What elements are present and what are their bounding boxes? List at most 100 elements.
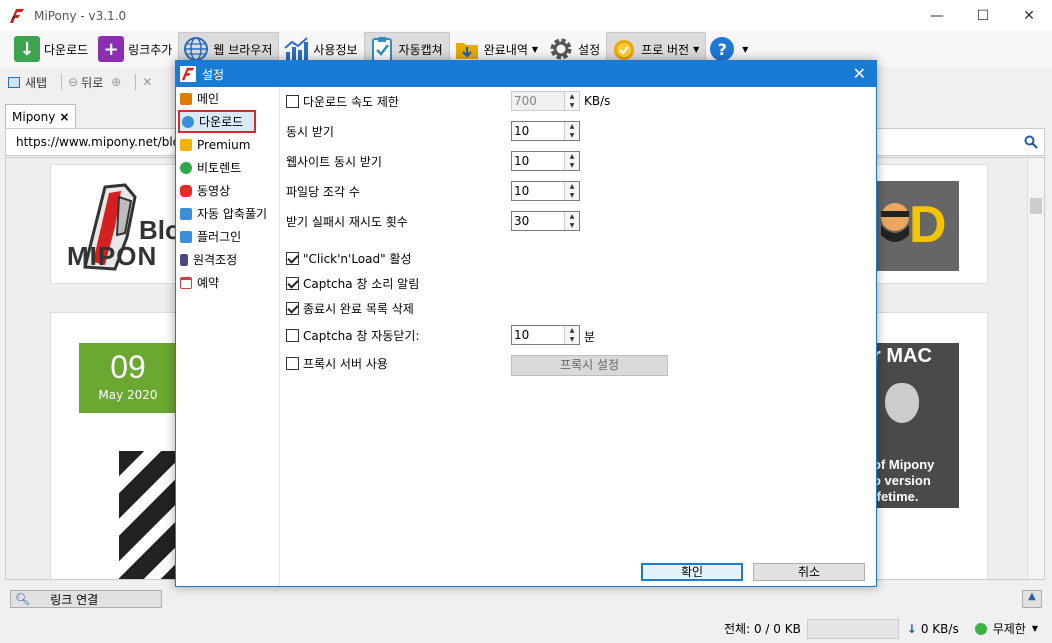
settings-nav-label: 원격조정: [193, 253, 238, 267]
settings-nav-schedule[interactable]: 예약: [176, 271, 279, 294]
chevron-down-icon: ▼: [742, 44, 749, 54]
help-icon: ?: [710, 37, 735, 61]
magnifier-icon: 🔍︎: [15, 592, 31, 606]
mipony-logo-icon: [8, 6, 26, 25]
post-date-month: May 2020: [98, 388, 158, 402]
captcha-sound-label: Captcha 창 소리 알림: [303, 277, 420, 291]
new-tab-label: 새탭: [25, 75, 48, 90]
settings-download-panel: 다운로드 속도 제한 700 ▲ ▼ KB/s 동시 받기 10 ▲ ▼ 웹사이트 …: [281, 87, 876, 586]
upload-icon: ▲: [1028, 591, 1036, 602]
zip-icon: [180, 207, 192, 220]
captcha-sound-row[interactable]: Captcha 창 소리 알림: [286, 275, 419, 292]
back-button[interactable]: ⊖ 뒤로: [68, 74, 103, 91]
upload-button[interactable]: ▲: [1022, 590, 1042, 608]
web-view-scrollbar[interactable]: [1027, 158, 1044, 579]
site-concurrent-label: 웹사이트 동시 받기: [286, 155, 382, 169]
close-window-button[interactable]: ✕: [1006, 0, 1052, 31]
settings-nav-label: 비토렌트: [197, 161, 242, 175]
download-speed-arrow-icon: ↓: [906, 621, 917, 636]
tab-close-icon[interactable]: ×: [59, 110, 69, 124]
concurrent-value: 10: [514, 124, 530, 138]
status-dot-icon: [974, 622, 987, 635]
settings-nav-video[interactable]: 동영상: [176, 179, 279, 202]
browser-tab-label: Mipony: [12, 109, 56, 124]
concurrent-stepper[interactable]: 10 ▲ ▼: [511, 121, 580, 141]
toolbar-pro-version-label: 프로 버전: [641, 42, 690, 57]
captcha-autoclose-unit: 분: [584, 330, 596, 344]
stop-button[interactable]: ✕: [142, 75, 152, 89]
link-connect-button[interactable]: 🔍︎ 링크 연결: [10, 590, 162, 608]
proxy-checkbox[interactable]: [286, 357, 299, 370]
medal-icon: [614, 40, 635, 60]
settings-nav-bittorrent[interactable]: 비토렌트: [176, 156, 279, 179]
toolbar-divider: [61, 74, 63, 90]
concurrent-label: 동시 받기: [286, 125, 334, 139]
clear-on-exit-checkbox[interactable]: [286, 302, 299, 315]
browser-tab[interactable]: Mipony ×: [5, 104, 77, 128]
forward-button[interactable]: ⊕: [111, 75, 121, 89]
settings-dialog-titlebar: 설정 ✕: [176, 61, 876, 87]
gear-icon: [550, 38, 572, 60]
clear-on-exit-row[interactable]: 종료시 완료 목록 삭제: [286, 300, 414, 317]
pieces-label-row: 파일당 조각 수: [286, 183, 360, 200]
cancel-button[interactable]: 취소: [753, 563, 865, 581]
captcha-autoclose-stepper[interactable]: 10 ▲ ▼: [511, 325, 580, 345]
proxy-settings-button: 프록시 설정: [511, 355, 668, 376]
post-date-badge: 09 May 2020: [79, 343, 177, 413]
settings-nav-main[interactable]: 메인: [176, 87, 279, 110]
captcha-sound-checkbox[interactable]: [286, 277, 299, 290]
site-concurrent-value: 10: [514, 154, 530, 168]
chevron-down-icon[interactable]: ▼: [1032, 624, 1038, 633]
toolbar-usage-info-label: 사용정보: [313, 42, 358, 57]
globe-icon: [184, 37, 209, 61]
partner-logo-letter: D: [909, 196, 947, 254]
mac-promo-image[interactable]: r MAC of Mipony o version ifetime.: [871, 343, 959, 508]
chevron-down-icon: ▼: [693, 44, 700, 54]
back-arrow-icon: ⊖: [68, 75, 79, 89]
link-connect-label: 링크 연결: [50, 592, 99, 607]
toolbar-divider: [135, 74, 137, 90]
speed-limit-mode[interactable]: 무제한: [993, 620, 1026, 637]
new-tab-button[interactable]: 새탭: [8, 74, 47, 91]
calendar-icon: [180, 276, 192, 289]
speed-limit-checkbox[interactable]: [286, 95, 299, 108]
click-n-load-checkbox[interactable]: [286, 252, 299, 265]
proxy-row[interactable]: 프록시 서버 사용: [286, 355, 388, 372]
minimize-button[interactable]: —: [914, 0, 960, 31]
captcha-autoclose-row[interactable]: Captcha 창 자동닫기:: [286, 327, 419, 344]
toolbar-add-link-button[interactable]: + 링크추가: [94, 32, 178, 66]
stepper-arrows-icon[interactable]: ▲ ▼: [564, 326, 579, 344]
pieces-stepper[interactable]: 10 ▲ ▼: [511, 181, 580, 201]
site-concurrent-stepper[interactable]: 10 ▲ ▼: [511, 151, 580, 171]
retries-stepper[interactable]: 30 ▲ ▼: [511, 211, 580, 231]
browser-tab-bar: Mipony ×: [5, 104, 77, 128]
blog-brand-text: MIPON: [67, 241, 158, 271]
settings-nav-download[interactable]: 다운로드: [178, 110, 256, 133]
search-icon[interactable]: [1024, 135, 1038, 149]
back-label: 뒤로: [81, 75, 104, 90]
close-icon[interactable]: ✕: [853, 64, 866, 83]
click-n-load-row[interactable]: "Click'n'Load" 활성: [286, 250, 412, 267]
stepper-arrows-icon[interactable]: ▲ ▼: [564, 152, 579, 170]
settings-nav-premium[interactable]: Premium: [176, 133, 279, 156]
speed-limit-checkbox-row[interactable]: 다운로드 속도 제한: [286, 93, 399, 110]
download-icon: ↓: [14, 36, 40, 62]
settings-nav-plugins[interactable]: 플러그인: [176, 225, 279, 248]
stepper-arrows-icon[interactable]: ▲ ▼: [564, 212, 579, 230]
settings-nav-auto-extract[interactable]: 자동 압축풀기: [176, 202, 279, 225]
maximize-button[interactable]: ☐: [960, 0, 1006, 31]
settings-nav-remote[interactable]: 원격조정: [176, 248, 279, 271]
clear-on-exit-label: 종료시 완료 목록 삭제: [303, 302, 414, 316]
stepper-arrows-icon[interactable]: ▲ ▼: [564, 182, 579, 200]
youtube-icon: [180, 184, 192, 197]
ok-button[interactable]: 확인: [641, 563, 743, 581]
toolbar-download-button[interactable]: ↓ 다운로드: [10, 32, 94, 66]
mac-promo-title: r MAC: [873, 345, 932, 367]
settings-nav: 메인 다운로드 Premium 비토렌트 동영상 자동 압축풀기 플러그인 원격…: [176, 87, 280, 586]
utorrent-icon: [180, 161, 192, 174]
stepper-arrows-icon[interactable]: ▲ ▼: [564, 122, 579, 140]
scrollbar-thumb[interactable]: [1030, 198, 1042, 214]
speed-limit-stepper: 700 ▲ ▼: [511, 91, 580, 111]
captcha-autoclose-checkbox[interactable]: [286, 329, 299, 342]
settings-nav-label: 동영상: [197, 184, 231, 198]
